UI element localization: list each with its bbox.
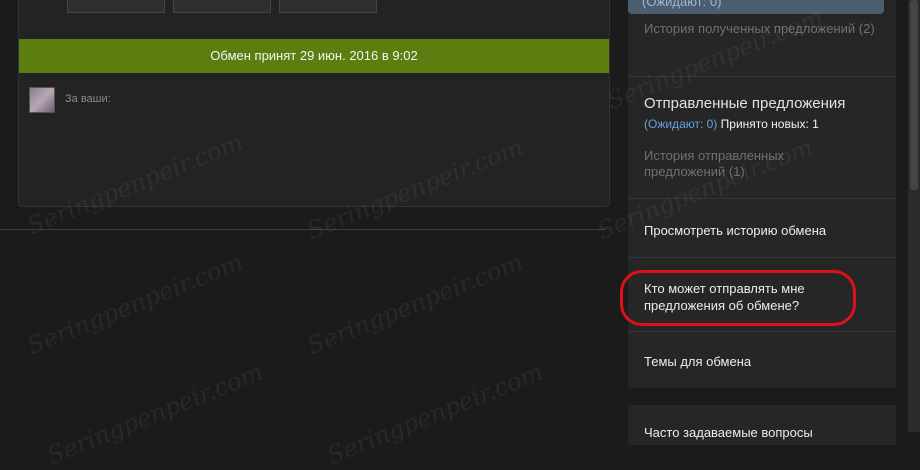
sent-pending-count[interactable]: (Ожидают: 0) [644, 117, 717, 131]
item-thumbnail[interactable] [173, 0, 271, 13]
who-can-send-offers-link[interactable]: Кто может отправлять мне предложения об … [644, 280, 864, 314]
divider [628, 76, 896, 77]
item-thumbnail[interactable] [279, 0, 377, 13]
watermark: Seringpenpeir.com [23, 247, 247, 361]
received-offers-tab[interactable]: (Ожидают: 0) [628, 0, 884, 14]
sent-offers-status: (Ожидают: 0) Принято новых: 1 [644, 117, 819, 131]
avatar[interactable] [29, 87, 55, 113]
sent-accepted-new: Принято новых: 1 [720, 117, 819, 131]
sent-offers-title[interactable]: Отправленные предложения [644, 95, 845, 112]
for-yours-label: За ваши: [65, 93, 111, 105]
trade-topics-link[interactable]: Темы для обмена [644, 353, 751, 370]
faq-link[interactable]: Часто задаваемые вопросы [644, 425, 813, 440]
divider [0, 229, 606, 230]
sent-history-link[interactable]: История отправленных предложений (1) [644, 148, 844, 180]
item-thumbnail[interactable] [67, 0, 165, 13]
received-history-link[interactable]: История полученных предложений (2) [644, 21, 888, 37]
trade-accepted-banner: Обмен принят 29 июн. 2016 в 9:02 [19, 39, 609, 73]
divider [628, 331, 896, 332]
divider [628, 257, 896, 258]
view-trade-history-link[interactable]: Просмотреть историю обмена [644, 222, 826, 239]
divider [628, 198, 896, 199]
watermark: Seringpenpeir.com [43, 357, 267, 470]
received-pending-count: (Ожидают: 0) [642, 0, 722, 9]
scrollbar-thumb[interactable] [910, 0, 918, 190]
watermark: Seringpenpeir.com [323, 357, 547, 470]
trade-offer-card: Обмен принят 29 июн. 2016 в 9:02 За ваши… [18, 0, 610, 207]
scrollbar[interactable] [908, 0, 920, 432]
faq-panel: Часто задаваемые вопросы [628, 405, 896, 445]
watermark: Seringpenpeir.com [303, 247, 527, 361]
trade-offers-sidebar: (Ожидают: 0) История полученных предложе… [628, 0, 896, 388]
